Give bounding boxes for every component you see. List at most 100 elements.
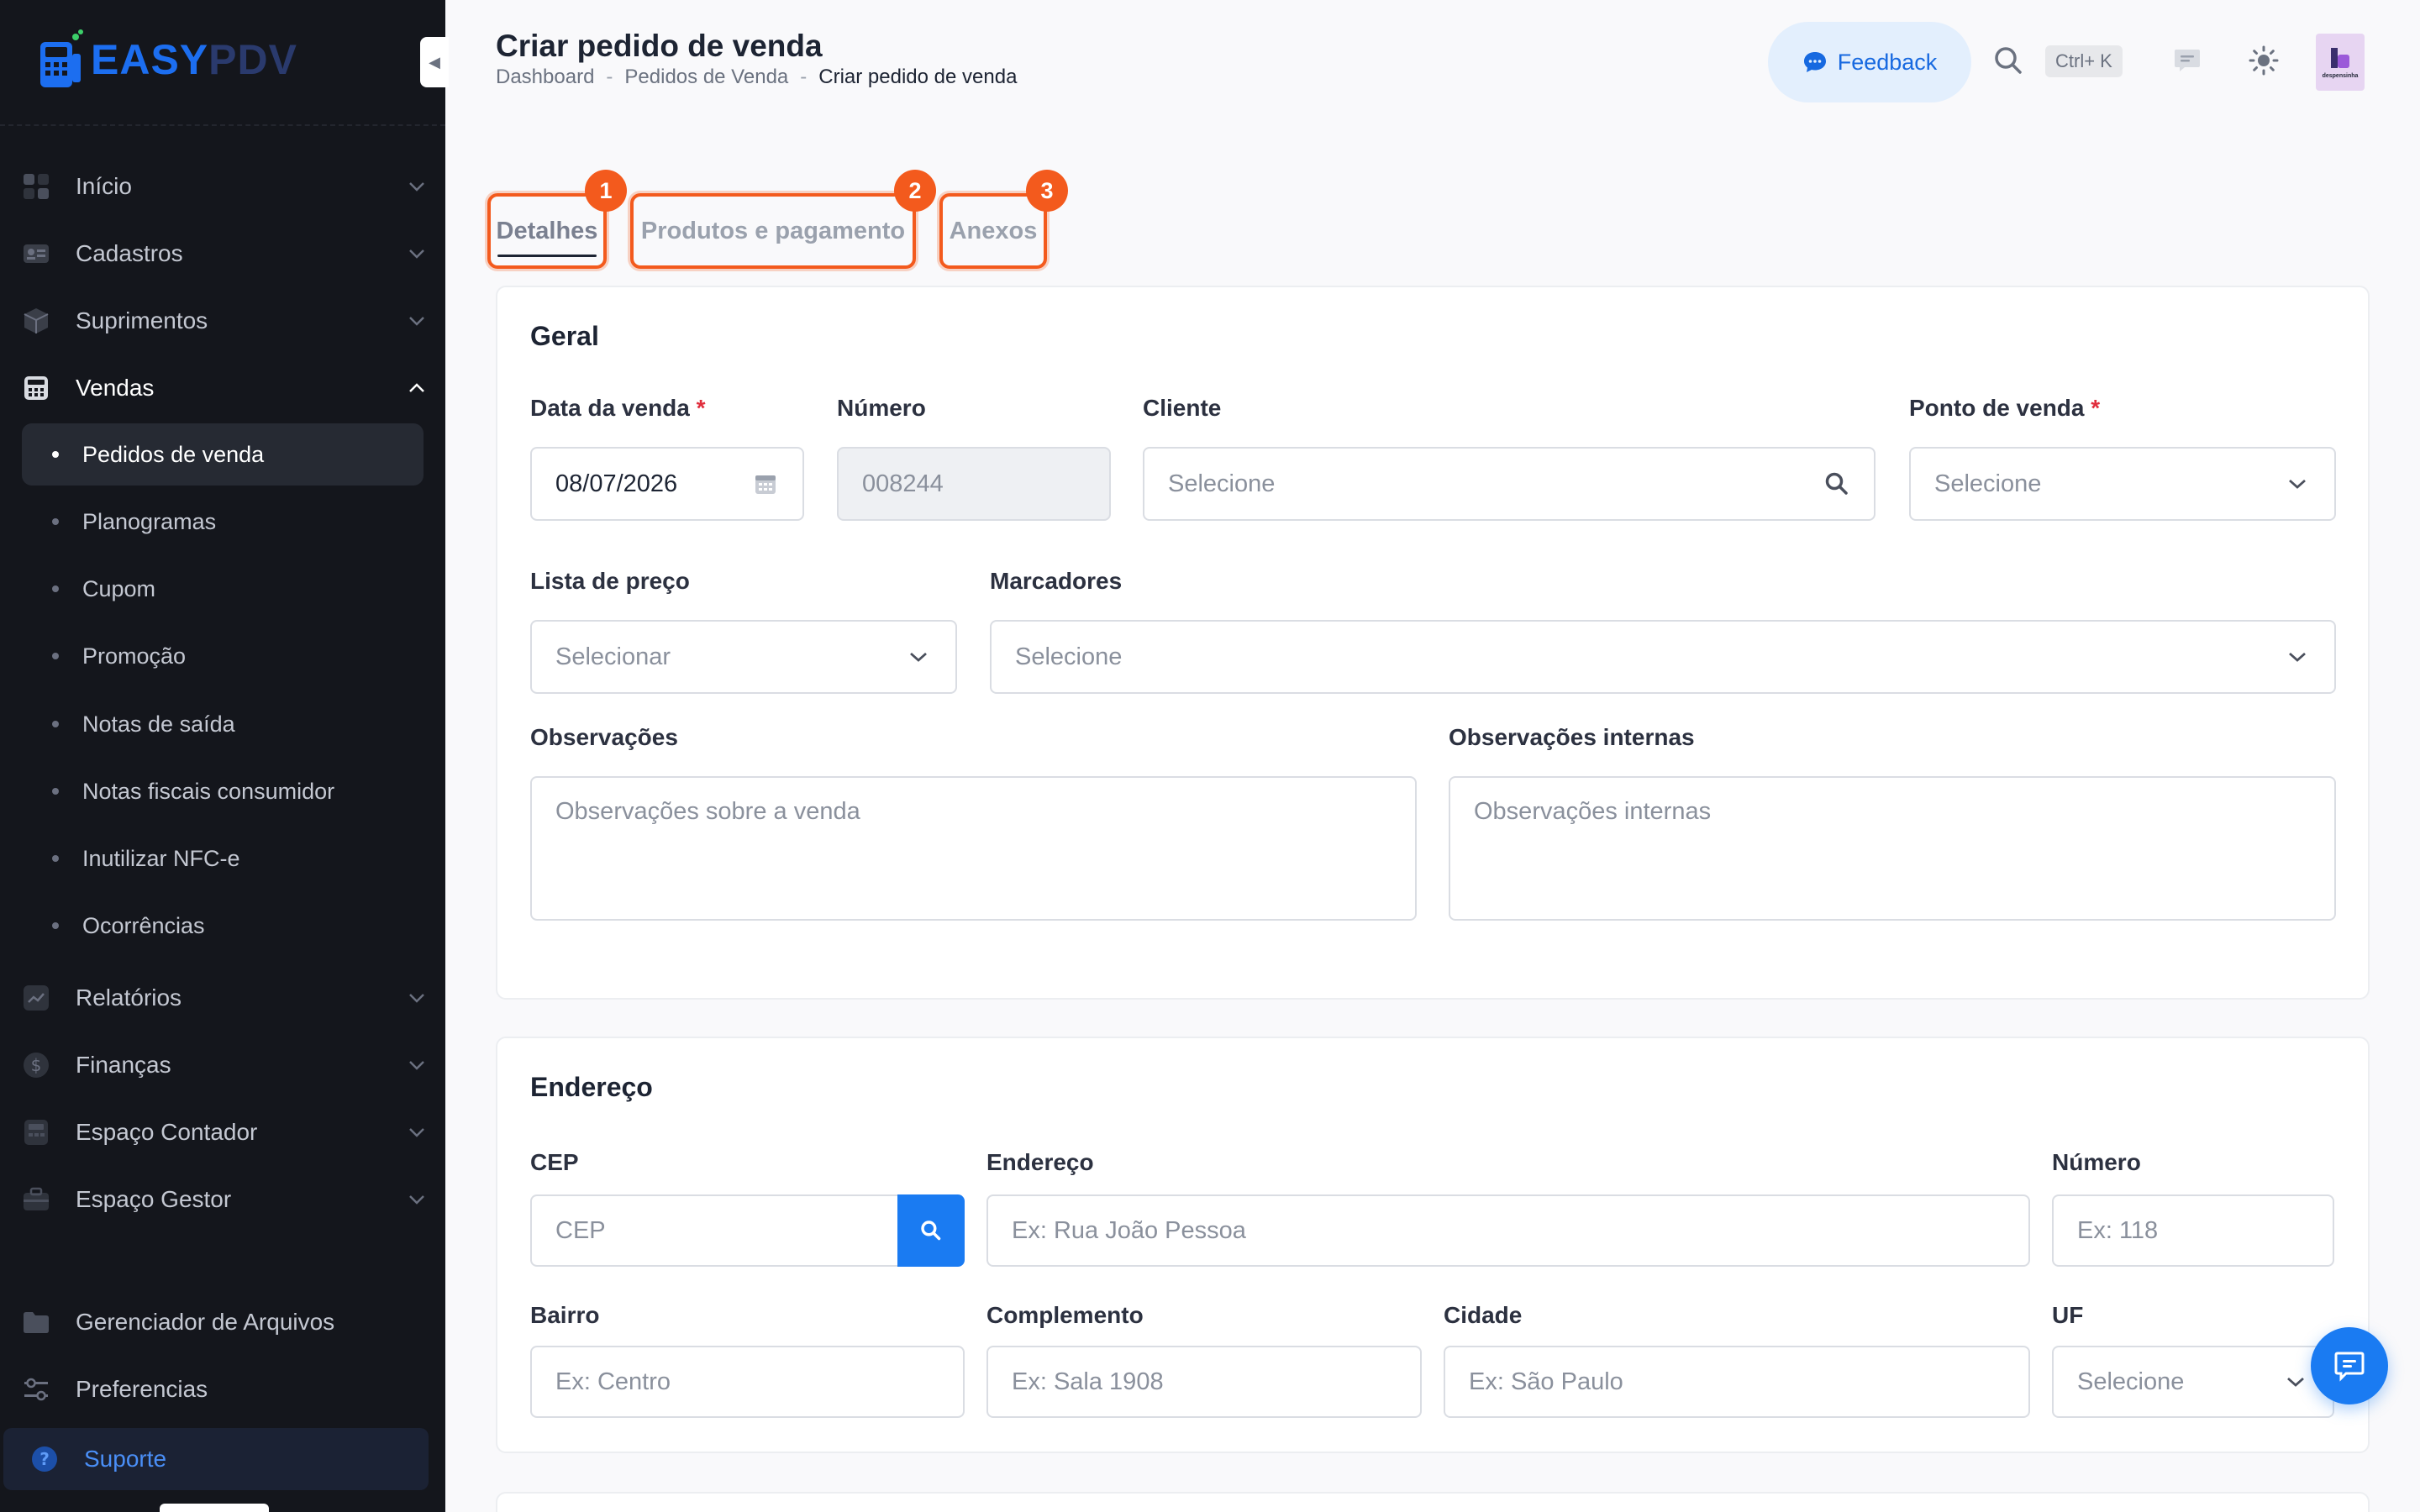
- sidebar-item-espaco-gestor[interactable]: Espaço Gestor: [22, 1173, 429, 1226]
- cliente-search-input[interactable]: Selecione: [1143, 447, 1876, 521]
- search-icon[interactable]: [1993, 45, 2023, 76]
- chart-icon: [22, 984, 50, 1012]
- lista-preco-label: Lista de preço: [530, 568, 690, 594]
- step-badge: 3: [1026, 170, 1068, 212]
- bairro-input[interactable]: Ex: Centro: [530, 1346, 965, 1418]
- data-venda-input[interactable]: 08/07/2026: [530, 447, 804, 521]
- messages-icon[interactable]: [2173, 47, 2202, 74]
- sidebar-item-espaco-contador[interactable]: Espaço Contador: [22, 1105, 429, 1159]
- calculator-icon: [22, 1118, 50, 1147]
- sidebar-subitem-planogramas[interactable]: Planogramas: [22, 491, 424, 553]
- numero-endereco-label: Número: [2052, 1149, 2141, 1175]
- breadcrumb-separator: -: [800, 66, 808, 88]
- sidebar-subitem-ocorrencias[interactable]: Ocorrências: [22, 895, 424, 957]
- chevron-down-icon: [405, 1188, 429, 1211]
- store-logo-icon: [2331, 47, 2349, 68]
- section-title-geral: Geral: [530, 321, 599, 351]
- help-circle-icon: ?: [30, 1445, 59, 1473]
- tab-detalhes[interactable]: Detalhes: [487, 193, 607, 269]
- bullet-icon: [52, 788, 59, 795]
- svg-text:$: $: [31, 1055, 42, 1075]
- theme-toggle-icon[interactable]: [2249, 45, 2279, 76]
- sidebar-subitem-pedidos-de-venda[interactable]: Pedidos de venda: [22, 423, 424, 486]
- chevron-down-icon: [905, 643, 932, 670]
- avatar[interactable]: despensinha: [2316, 34, 2365, 91]
- sidebar-item-vendas[interactable]: Vendas: [22, 361, 429, 415]
- grid-icon: [22, 172, 50, 201]
- svg-text:?: ?: [39, 1449, 50, 1469]
- sidebar-collapse-button[interactable]: ◀: [420, 37, 449, 87]
- numero-endereco-input[interactable]: Ex: 118: [2052, 1194, 2334, 1267]
- sidebar-subitem-cupom[interactable]: Cupom: [22, 558, 424, 620]
- sidebar-item-preferencias[interactable]: Preferencias: [22, 1362, 429, 1416]
- cep-input[interactable]: CEP: [530, 1194, 900, 1267]
- cidade-label: Cidade: [1444, 1302, 1523, 1328]
- search-icon[interactable]: [1823, 470, 1850, 497]
- chevron-down-icon: [405, 309, 429, 333]
- search-icon: [921, 1221, 941, 1241]
- sidebar-subitem-promocao[interactable]: Promoção: [22, 625, 424, 687]
- page-title: Criar pedido de venda: [496, 29, 823, 63]
- sidebar-item-gerenciador-de-arquivos[interactable]: Gerenciador de Arquivos: [22, 1295, 429, 1349]
- breadcrumb-dashboard[interactable]: Dashboard: [496, 66, 594, 89]
- sidebar-subitem-inutilizar-nfce[interactable]: Inutilizar NFC-e: [22, 827, 424, 890]
- cep-label: CEP: [530, 1149, 579, 1175]
- section-title-endereco: Endereço: [530, 1072, 653, 1102]
- chevron-down-icon: [405, 175, 429, 198]
- active-tab-indicator: [497, 255, 597, 257]
- bullet-icon: [52, 922, 59, 929]
- complemento-input[interactable]: Ex: Sala 1908: [986, 1346, 1422, 1418]
- sidebar-item-suprimentos[interactable]: Suprimentos: [22, 294, 429, 348]
- breadcrumb-pedidos-de-venda[interactable]: Pedidos de Venda: [624, 66, 788, 89]
- observacoes-textarea[interactable]: Observações sobre a venda: [530, 776, 1417, 921]
- marcadores-label: Marcadores: [990, 568, 1123, 594]
- bullet-icon: [52, 721, 59, 727]
- breadcrumb: Dashboard - Pedidos de Venda - Criar ped…: [496, 66, 1017, 89]
- folder-icon: [22, 1308, 50, 1336]
- chevron-down-icon: [405, 1121, 429, 1144]
- bullet-icon: [52, 585, 59, 592]
- sidebar-item-suporte[interactable]: ? Suporte: [3, 1428, 429, 1490]
- bullet-icon: [52, 855, 59, 862]
- tab-produtos-e-pagamento[interactable]: Produtos e pagamento: [630, 193, 916, 269]
- sidebar-item-relatorios[interactable]: Relatórios: [22, 971, 429, 1025]
- sidebar-subitem-notas-de-saida[interactable]: Notas de saída: [22, 693, 424, 755]
- id-card-icon: [22, 239, 50, 268]
- cidade-input[interactable]: Ex: São Paulo: [1444, 1346, 2030, 1418]
- logo[interactable]: EASYPDV: [37, 29, 297, 91]
- chevron-down-icon: [2284, 470, 2311, 497]
- register-icon: [22, 374, 50, 402]
- next-card: [496, 1492, 2370, 1512]
- marcadores-select[interactable]: Selecione: [990, 620, 2336, 694]
- bullet-icon: [52, 451, 59, 458]
- sidebar-subitem-notas-fiscais-consumidor[interactable]: Notas fiscais consumidor: [22, 760, 424, 822]
- uf-select[interactable]: Selecione: [2052, 1346, 2334, 1418]
- sidebar-item-inicio[interactable]: Início: [22, 160, 429, 213]
- calendar-icon[interactable]: [752, 470, 779, 497]
- feedback-button[interactable]: Feedback: [1768, 22, 1971, 102]
- lista-preco-select[interactable]: Selecionar: [530, 620, 957, 694]
- chat-bubble-icon: [2334, 1352, 2365, 1382]
- endereco-label: Endereço: [986, 1149, 1094, 1175]
- box-icon: [22, 307, 50, 335]
- bairro-label: Bairro: [530, 1302, 600, 1328]
- chevron-up-icon: [405, 376, 429, 400]
- cliente-label: Cliente: [1143, 395, 1222, 421]
- step-badge: 2: [894, 170, 936, 212]
- bullet-icon: [52, 518, 59, 525]
- sidebar-scrollbar[interactable]: [160, 1504, 269, 1512]
- chat-support-button[interactable]: [2311, 1327, 2388, 1404]
- briefcase-icon: [22, 1185, 50, 1214]
- cep-search-button[interactable]: [897, 1194, 965, 1267]
- ponto-venda-select[interactable]: Selecione: [1909, 447, 2336, 521]
- chevron-down-icon: [405, 1053, 429, 1077]
- logo-wordmark: EASYPDV: [91, 36, 297, 83]
- observacoes-internas-textarea[interactable]: Observações internas: [1449, 776, 2336, 921]
- uf-label: UF: [2052, 1302, 2084, 1328]
- sidebar-item-cadastros[interactable]: Cadastros: [22, 227, 429, 281]
- endereco-input[interactable]: Ex: Rua João Pessoa: [986, 1194, 2030, 1267]
- breadcrumb-separator: -: [606, 66, 613, 88]
- divider: [0, 124, 445, 126]
- breadcrumb-current: Criar pedido de venda: [818, 66, 1018, 88]
- sidebar-item-financas[interactable]: $ Finanças: [22, 1038, 429, 1092]
